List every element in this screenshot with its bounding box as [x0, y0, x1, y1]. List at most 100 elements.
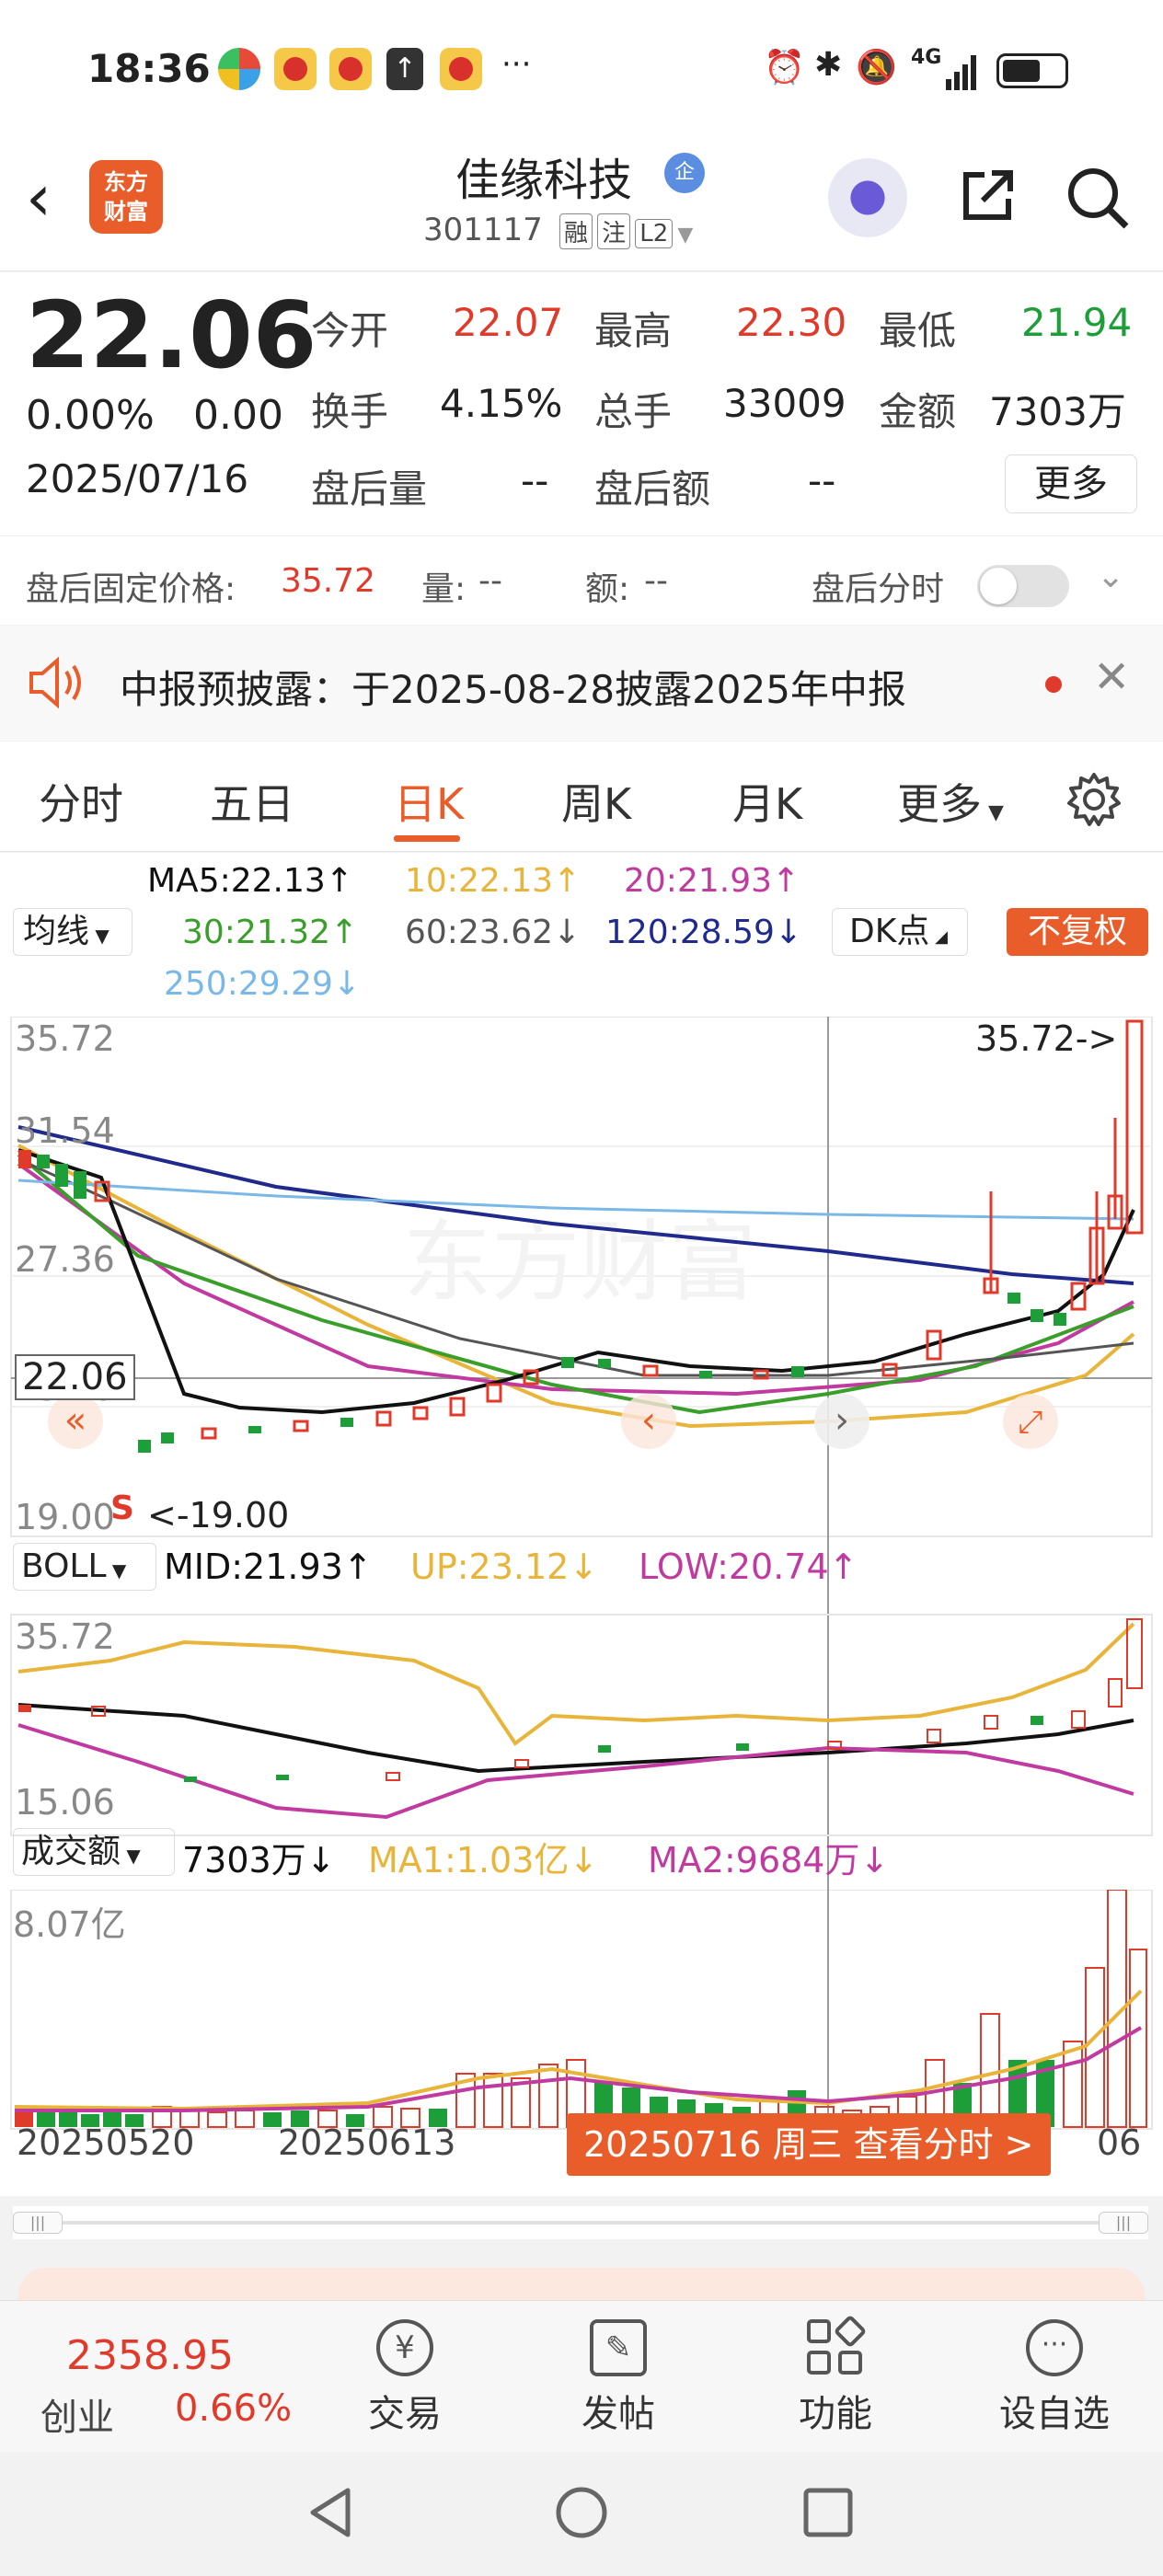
chevron-down-icon[interactable]: ⌄ [1097, 558, 1124, 595]
current-price: 22.06 [26, 282, 317, 389]
back-button[interactable]: ‹ [26, 166, 72, 239]
scroll-handle-left[interactable]: ||| [13, 2212, 63, 2234]
change-value: 0.00 [193, 392, 283, 439]
candle [1071, 1710, 1086, 1729]
candle [1054, 1313, 1066, 1326]
boll-y-min: 15.06 [15, 1782, 115, 1823]
weibo-icon-2 [329, 48, 372, 90]
after-timeshare-toggle[interactable] [977, 565, 1069, 607]
candle [736, 1743, 749, 1751]
upload-icon: ↑ [386, 48, 423, 90]
edit-icon: ✎ [590, 2319, 647, 2376]
status-time: 18:36 [87, 46, 211, 91]
chevron-down-icon[interactable]: ▼ [677, 224, 693, 247]
open-value: 22.07 [453, 300, 564, 345]
tab-monthly-k[interactable]: 月K [732, 771, 802, 832]
volume-value: 7303万↓ [182, 1840, 336, 1880]
dk-point-button[interactable]: DK点 ◢ [832, 908, 968, 956]
bottom-nav: 2358.95 创业 0.66% ¥ 交易 ✎ 发帖 功能 ··· 设自选 [0, 2300, 1163, 2452]
recents-nav-icon[interactable] [802, 2487, 854, 2538]
alarm-icon: ⏰ [764, 49, 805, 86]
candle [1031, 1309, 1043, 1322]
stock-code: 301117 [423, 212, 543, 248]
nav-add-watchlist[interactable]: ··· 设自选 [990, 2310, 1119, 2448]
scroll-handle-right[interactable]: ||| [1099, 2212, 1148, 2234]
close-icon[interactable]: ✕ [1093, 651, 1130, 703]
volume-select[interactable]: 成交额 ▼ [13, 1828, 175, 1876]
quote-panel: 22.06 0.00% 0.00 2025/07/16 今开 22.07 最高 … [0, 272, 1163, 625]
view-timeshare-tip[interactable]: 20250716 周三 查看分时 > [567, 2113, 1051, 2176]
tab-timeshare[interactable]: 分时 [39, 771, 123, 832]
boll-low-value: LOW:20.74↑ [639, 1547, 858, 1587]
adjust-button[interactable]: 不复权 [1007, 908, 1148, 956]
boll-low-line [17, 1723, 1134, 1820]
ai-assistant-avatar[interactable] [828, 158, 907, 237]
candle [699, 1371, 712, 1378]
nav-post-label: 发帖 [582, 2393, 655, 2435]
stock-badges: 融 注 L2 ▼ [559, 213, 693, 249]
chart-scrollbar[interactable]: ||| ||| [13, 2206, 1148, 2239]
nav-post[interactable]: ✎ 发帖 [563, 2310, 674, 2448]
nav-trade[interactable]: ¥ 交易 [350, 2310, 460, 2448]
dk-point-label: DK点 [849, 913, 930, 950]
settings-icon[interactable] [1065, 771, 1123, 828]
more-notifications-icon: ··· [501, 46, 532, 83]
boll-up-value: UP:23.12↓ [410, 1547, 599, 1587]
ma-select-label: 均线 [23, 913, 90, 950]
ma60-value: 60:23.62↓ [405, 914, 582, 951]
x-axis-date-3: 06 [1097, 2122, 1142, 2163]
search-icon[interactable] [1064, 164, 1132, 232]
ma30-value: 30:21.32↑ [182, 914, 359, 951]
after-hours-amount-value: -- [808, 458, 836, 503]
volume-bar [1129, 1949, 1147, 2128]
share-icon[interactable] [957, 166, 1018, 226]
nav-functions[interactable]: 功能 [780, 2310, 891, 2448]
candle [18, 1150, 31, 1168]
chevron-left-icon: ‹ [641, 1399, 656, 1442]
kline-chart-area: MA5:22.13↑ 10:22.13↑ 20:21.93↑ 均线 ▼ 30:2… [0, 853, 1163, 2196]
dropdown-icon: ▼ [982, 801, 1004, 824]
boll-up-line [17, 1622, 1135, 1746]
high-value: 22.30 [736, 300, 847, 345]
notice-text: 中报预披露：于2025-08-28披露2025年中报 [120, 667, 906, 712]
amount-label: 金额 [879, 389, 957, 434]
tab-more[interactable]: 更多 ▼ [897, 771, 1004, 832]
volume-svg[interactable] [0, 1890, 1163, 2138]
more-dots-icon: ··· [1026, 2319, 1083, 2376]
weibo-icon [274, 48, 317, 90]
fixed-amt-label: 额: [585, 570, 630, 608]
tab-five-day[interactable]: 五日 [210, 771, 294, 832]
candle [927, 1729, 941, 1743]
open-label: 今开 [311, 308, 389, 353]
notice-banner[interactable]: 中报预披露：于2025-08-28披露2025年中报 ✕ [0, 626, 1163, 741]
tab-weekly-k[interactable]: 周K [561, 771, 631, 832]
index-widget[interactable]: 2358.95 创业 0.66% [0, 2301, 317, 2453]
system-nav-bar [0, 2452, 1163, 2576]
active-tab-indicator [394, 835, 460, 842]
expand-icon: ⤢ [1018, 1404, 1042, 1441]
volume-bar [235, 2110, 255, 2128]
home-nav-icon[interactable] [554, 2485, 609, 2540]
volume-ma2-line [15, 2026, 1143, 2112]
app-logo[interactable]: 东方 财富 [89, 160, 163, 234]
fixed-qty-label: 量: [421, 570, 466, 608]
ma-select[interactable]: 均线 ▼ [13, 908, 132, 956]
volume-label: 总手 [594, 389, 673, 434]
sell-signal-mark: S [110, 1489, 134, 1527]
ma120-value: 120:28.59↓ [605, 914, 803, 951]
after-hours-amount-label: 盘后额 [594, 466, 711, 512]
boll-select[interactable]: BOLL ▼ [13, 1543, 156, 1591]
candle [412, 1406, 429, 1420]
unread-dot [1045, 676, 1062, 693]
index-change: 0.66% [175, 2387, 293, 2430]
y-label-max: 35.72 [15, 1018, 115, 1059]
y-label-min: 19.00 [15, 1497, 115, 1537]
candle [984, 1715, 998, 1730]
more-button[interactable]: 更多 [1005, 454, 1137, 513]
tab-daily-k[interactable]: 日K [394, 771, 464, 832]
volume-bar [207, 2111, 227, 2128]
candle [74, 1171, 86, 1199]
candle [37, 1155, 50, 1168]
nav-add-watchlist-label: 设自选 [999, 2393, 1110, 2435]
back-nav-icon[interactable] [304, 2485, 359, 2540]
